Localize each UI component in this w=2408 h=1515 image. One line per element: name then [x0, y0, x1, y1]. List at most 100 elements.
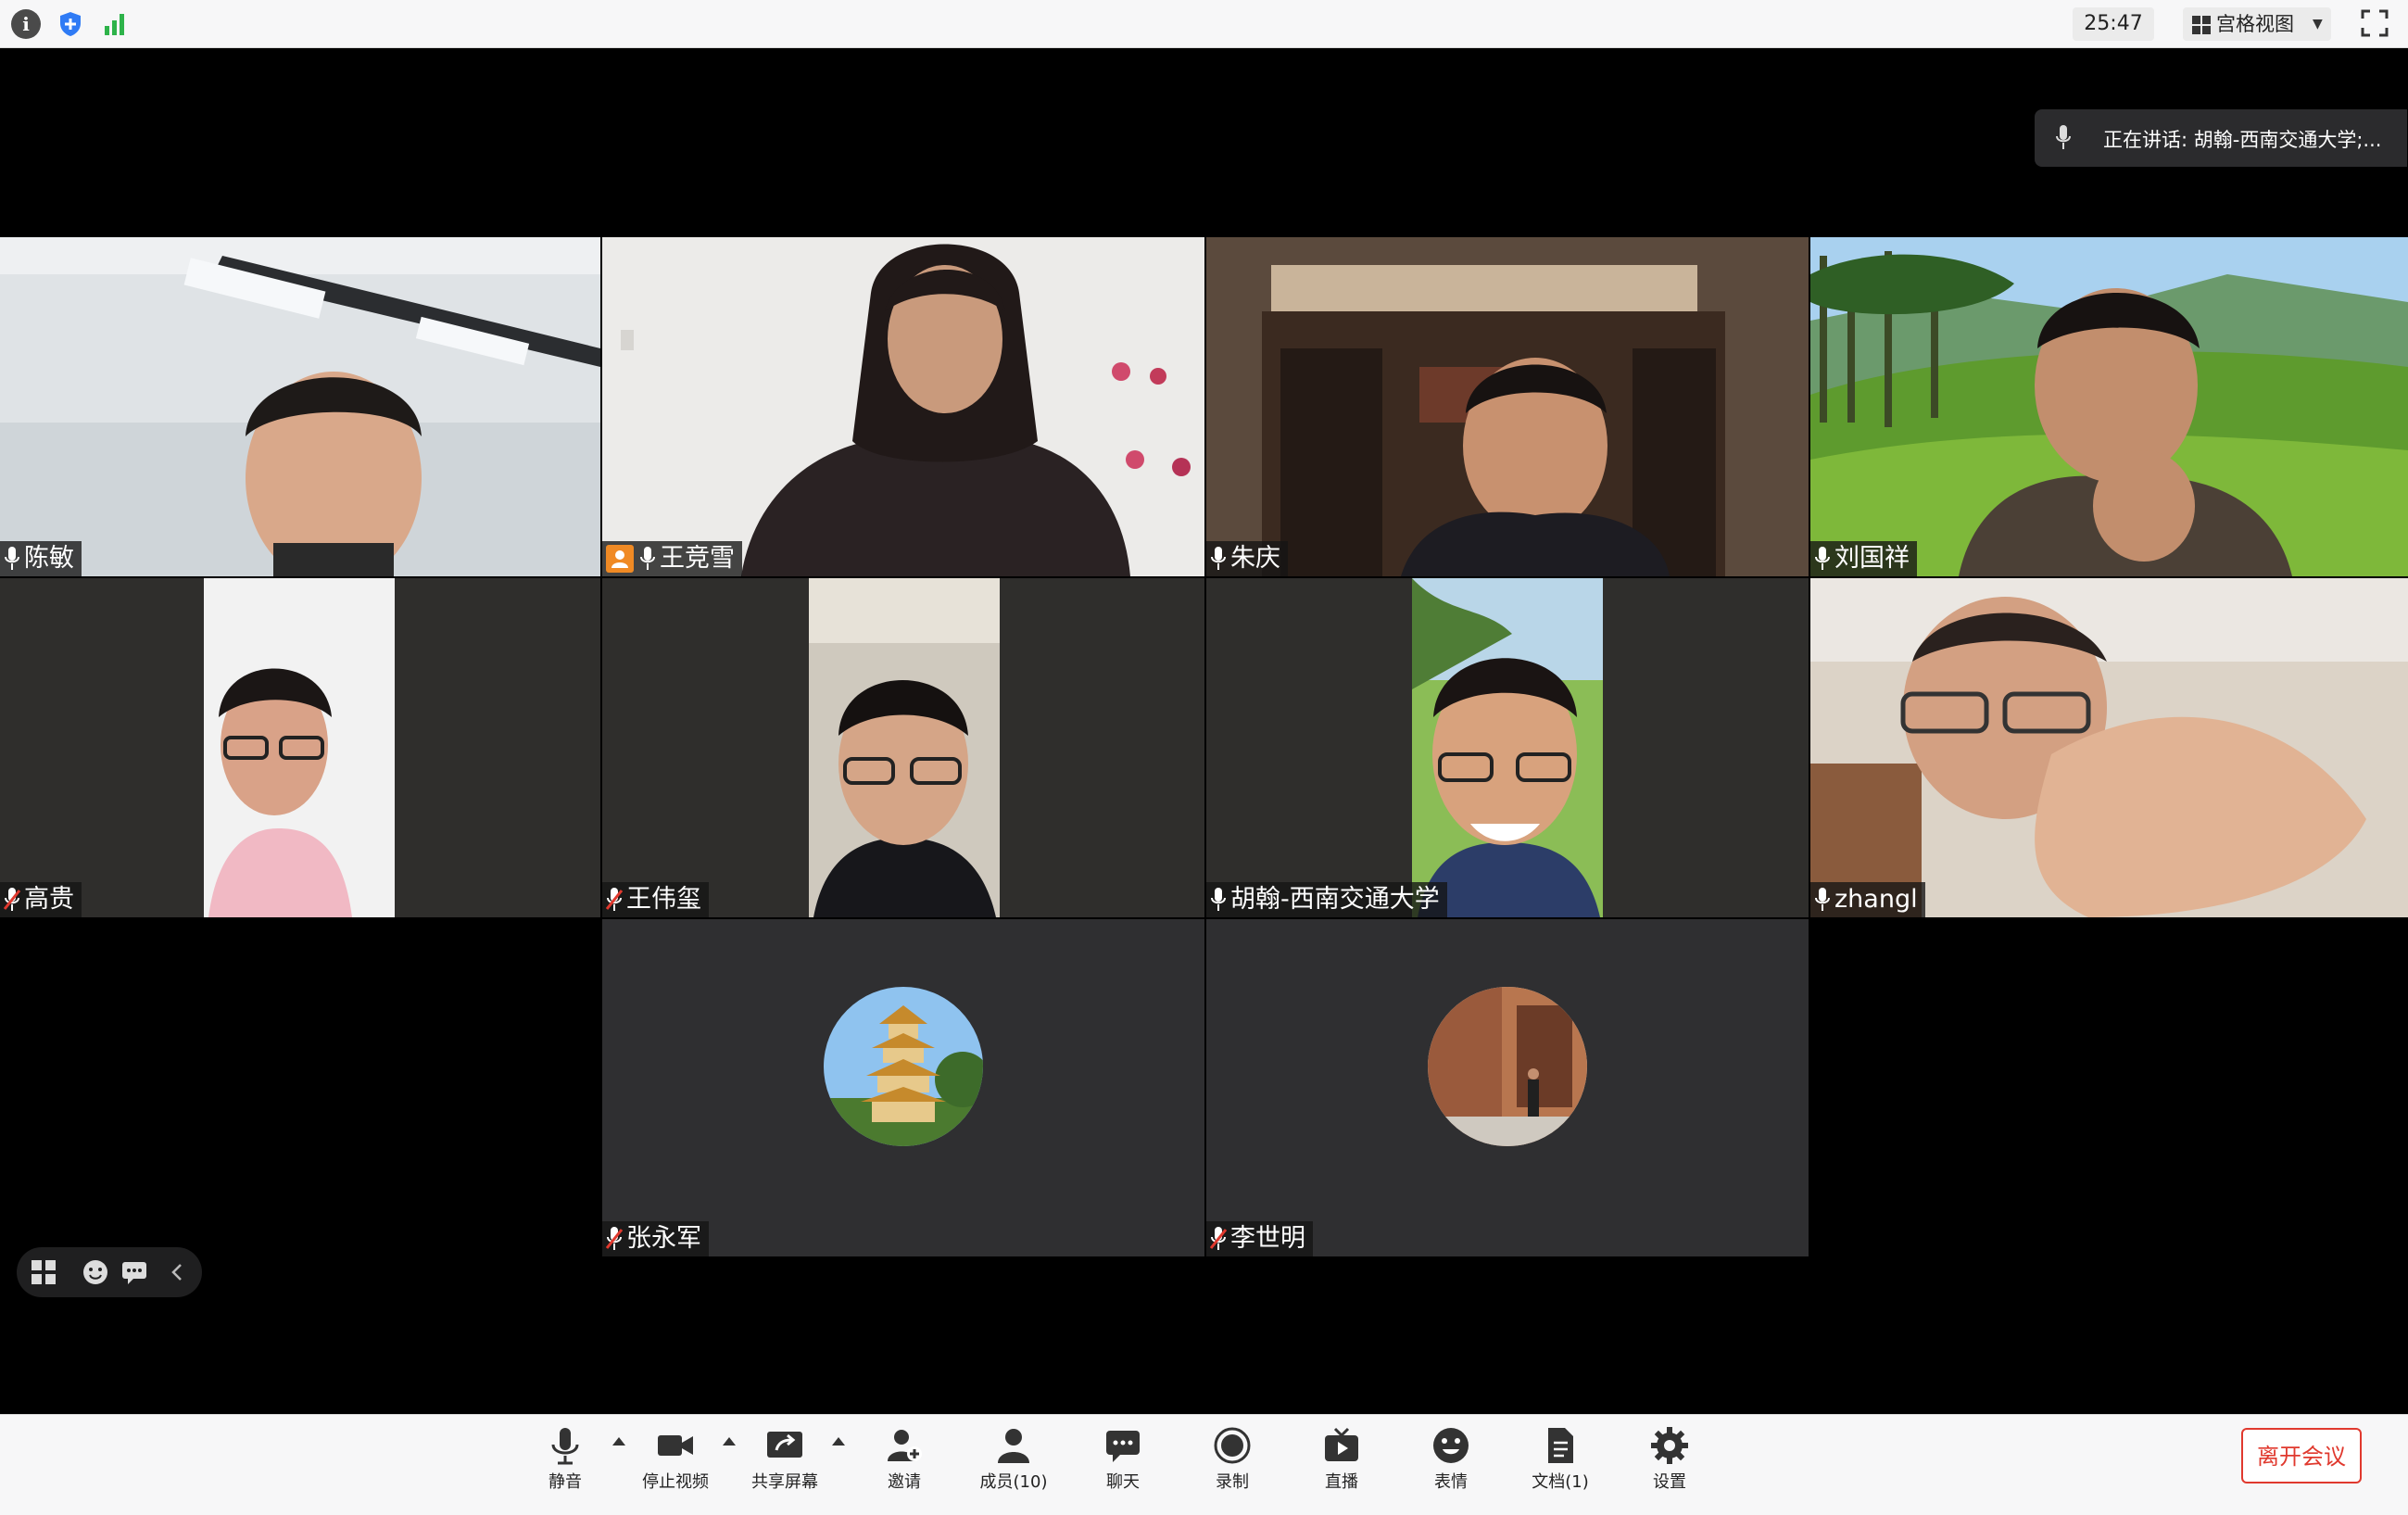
- microphone-muted-icon: [606, 888, 623, 911]
- participant-name: 王竞雪: [660, 544, 735, 573]
- share-screen-button[interactable]: 共享屏幕: [734, 1426, 836, 1509]
- microphone-icon: [2056, 125, 2071, 149]
- video-tile[interactable]: 王竞雪: [602, 237, 1204, 576]
- participant-name-tag: 张永军: [602, 1221, 709, 1256]
- settings-label: 设置: [1653, 1472, 1686, 1492]
- participant-name: zhangl: [1834, 885, 1918, 914]
- participant-name-tag: 高贵: [0, 882, 82, 917]
- microphone-icon: [1211, 888, 1226, 911]
- participant-name: 李世明: [1230, 1224, 1305, 1253]
- video-tile[interactable]: 朱庆: [1206, 237, 1809, 576]
- floating-toolbar: [17, 1247, 202, 1297]
- record-icon: [1214, 1427, 1251, 1464]
- stop-video-button[interactable]: 停止视频: [624, 1426, 726, 1509]
- invite-button[interactable]: 邀请: [853, 1426, 955, 1509]
- network-signal-icon[interactable]: [100, 9, 130, 39]
- chat-button[interactable]: 聊天: [1072, 1426, 1174, 1509]
- participant-name: 王伟玺: [626, 885, 701, 914]
- docs-button[interactable]: 文档(1): [1509, 1426, 1611, 1509]
- emoji-icon: [1433, 1428, 1469, 1463]
- pagoda-avatar-image: [824, 987, 983, 1146]
- stop-video-label: 停止视频: [642, 1472, 709, 1492]
- chevron-down-icon: ▼: [2313, 17, 2323, 32]
- members-label: 成员(10): [979, 1472, 1048, 1492]
- participant-name-tag: 胡翰-西南交通大学: [1206, 882, 1447, 917]
- participant-name-tag: 王伟玺: [602, 882, 709, 917]
- bottom-toolbar: 静音 停止视频 共享屏幕 邀请 成员(10) 聊天 录制 直播 表情 文档(1): [0, 1414, 2408, 1515]
- participant-name-tag: zhangl: [1810, 882, 1925, 917]
- microphone-muted-icon: [4, 888, 20, 911]
- host-icon: [606, 545, 634, 573]
- participant-name-tag: 刘国祥: [1810, 541, 1917, 576]
- add-user-icon: [888, 1430, 922, 1461]
- participant-video: [1206, 237, 1809, 576]
- video-tile[interactable]: 陈敏: [0, 237, 600, 576]
- view-mode-label: 宫格视图: [2216, 13, 2294, 35]
- meeting-timer: 25:47: [2073, 7, 2154, 41]
- gear-icon: [1651, 1427, 1688, 1464]
- chat-label: 聊天: [1106, 1472, 1140, 1492]
- participant-name-tag: 朱庆: [1206, 541, 1288, 576]
- document-icon: [1548, 1428, 1573, 1463]
- participant-video: [1206, 578, 1809, 917]
- participant-name: 刘国祥: [1834, 544, 1910, 573]
- fullscreen-icon[interactable]: [2361, 9, 2389, 37]
- participant-video: [0, 237, 600, 576]
- mute-button[interactable]: 静音: [514, 1426, 616, 1509]
- mute-label: 静音: [548, 1472, 582, 1492]
- avatar-tile[interactable]: 李世明: [1206, 919, 1809, 1256]
- avatar-tile[interactable]: 张永军: [602, 919, 1204, 1256]
- grid-view-icon: [2192, 16, 2211, 34]
- share-screen-label: 共享屏幕: [751, 1472, 818, 1492]
- participant-name-tag: 王竞雪: [602, 541, 742, 576]
- participant-name-tag: 李世明: [1206, 1221, 1313, 1256]
- chat-icon: [1106, 1431, 1140, 1462]
- participant-video: [602, 578, 1204, 917]
- video-tile-active-speaker[interactable]: 胡翰-西南交通大学: [1206, 578, 1809, 917]
- active-speaker-toast: 正在讲话: 胡翰-西南交通大学;...: [2035, 109, 2407, 167]
- share-screen-icon: [767, 1432, 802, 1458]
- collapse-icon[interactable]: [163, 1258, 191, 1286]
- microphone-icon: [1815, 547, 1830, 570]
- active-speaker-text: 正在讲话: 胡翰-西南交通大学;...: [2103, 129, 2382, 151]
- settings-button[interactable]: 设置: [1619, 1426, 1721, 1509]
- members-button[interactable]: 成员(10): [963, 1426, 1065, 1509]
- audio-options-caret-icon[interactable]: [612, 1437, 625, 1446]
- participant-name: 陈敏: [24, 544, 74, 573]
- brick-building-avatar-image: [1428, 987, 1587, 1146]
- video-tile[interactable]: zhangl: [1810, 578, 2408, 917]
- leave-meeting-button[interactable]: 离开会议: [2241, 1428, 2362, 1483]
- video-tile[interactable]: 刘国祥: [1810, 237, 2408, 576]
- participant-video: [602, 237, 1204, 576]
- info-icon[interactable]: i: [11, 9, 41, 39]
- avatar: [824, 987, 983, 1146]
- record-label: 录制: [1216, 1472, 1249, 1492]
- participant-name-tag: 陈敏: [0, 541, 82, 576]
- participant-name: 朱庆: [1230, 544, 1280, 573]
- participant-name: 张永军: [626, 1224, 701, 1253]
- reaction-button[interactable]: 表情: [1400, 1426, 1502, 1509]
- microphone-icon: [551, 1428, 579, 1465]
- record-button[interactable]: 录制: [1181, 1426, 1283, 1509]
- participant-video: [1810, 237, 2408, 576]
- security-shield-icon[interactable]: [56, 9, 85, 39]
- live-label: 直播: [1325, 1472, 1358, 1492]
- docs-label: 文档(1): [1532, 1472, 1589, 1492]
- video-tile[interactable]: 王伟玺: [602, 578, 1204, 917]
- chat-icon[interactable]: [120, 1258, 148, 1286]
- video-tile[interactable]: 高贵: [0, 578, 600, 917]
- participant-name: 高贵: [24, 885, 74, 914]
- invite-label: 邀请: [888, 1472, 921, 1492]
- microphone-icon: [1815, 888, 1830, 911]
- emoji-icon[interactable]: [82, 1258, 109, 1286]
- live-stream-icon: [1325, 1427, 1358, 1461]
- microphone-muted-icon: [1210, 1227, 1227, 1250]
- share-options-caret-icon[interactable]: [832, 1437, 845, 1446]
- layout-icon[interactable]: [30, 1258, 57, 1286]
- participant-video: [1810, 578, 2408, 917]
- view-mode-dropdown[interactable]: 宫格视图 ▼: [2183, 7, 2331, 41]
- avatar: [1428, 987, 1587, 1146]
- participant-name: 胡翰-西南交通大学: [1230, 885, 1440, 914]
- microphone-icon: [5, 547, 19, 570]
- live-button[interactable]: 直播: [1291, 1426, 1393, 1509]
